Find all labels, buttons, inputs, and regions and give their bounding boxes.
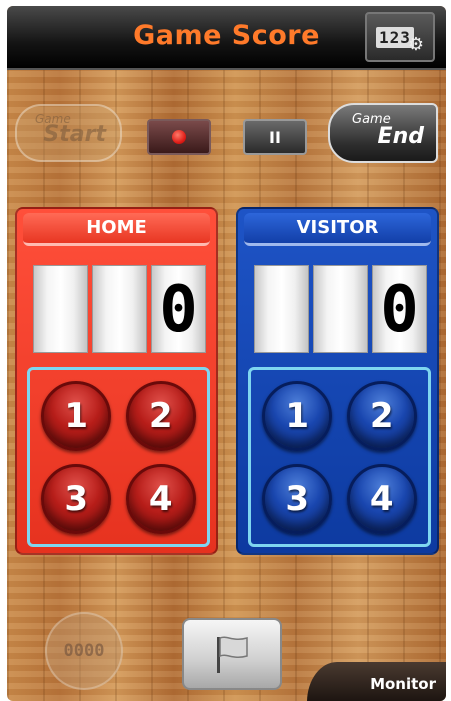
flag-icon xyxy=(217,636,248,673)
visitor-score-pad: 1 2 3 4 xyxy=(248,367,431,547)
home-score-display: 0 xyxy=(33,265,206,353)
visitor-score-display: 0 xyxy=(254,265,427,353)
game-score-screen: Game Score 123 ⚙ Game Start II Game End … xyxy=(7,6,446,701)
visitor-add-1-button[interactable]: 1 xyxy=(262,380,333,451)
home-add-4-button[interactable]: 4 xyxy=(125,463,196,534)
visitor-score-digit-tens xyxy=(313,265,368,353)
visitor-team-name: VISITOR xyxy=(244,213,431,246)
visitor-add-4-button[interactable]: 4 xyxy=(346,463,417,534)
header-bar: Game Score 123 ⚙ xyxy=(7,6,446,70)
pause-button[interactable]: II xyxy=(243,119,307,155)
game-start-button[interactable]: Game Start xyxy=(15,104,122,162)
home-add-1-button[interactable]: 1 xyxy=(41,380,112,451)
home-score-digit-hundreds xyxy=(33,265,88,353)
visitor-team-panel: VISITOR 0 1 2 3 4 xyxy=(236,207,439,555)
record-button[interactable] xyxy=(147,119,211,155)
game-start-big-label: Start xyxy=(43,122,106,147)
home-score-digit-ones: 0 xyxy=(151,265,206,353)
pause-icon: II xyxy=(269,127,281,147)
home-add-3-button[interactable]: 3 xyxy=(41,463,112,534)
home-team-name: HOME xyxy=(23,213,210,246)
home-add-2-button[interactable]: 2 xyxy=(125,380,196,451)
score-settings-button[interactable]: 123 ⚙ xyxy=(365,12,435,62)
visitor-add-2-button[interactable]: 2 xyxy=(346,380,417,451)
gear-icon: ⚙ xyxy=(407,33,425,55)
home-team-panel: HOME 0 1 2 3 4 xyxy=(15,207,218,555)
flag-button[interactable] xyxy=(182,618,282,690)
game-end-button[interactable]: Game End xyxy=(328,103,438,163)
record-icon xyxy=(172,130,186,144)
visitor-score-digit-ones: 0 xyxy=(372,265,427,353)
score-counter-dial-button[interactable]: 0000 xyxy=(45,612,123,690)
dial-digits-label: 0000 xyxy=(63,641,105,661)
home-score-digit-tens xyxy=(92,265,147,353)
game-end-big-label: End xyxy=(377,124,424,149)
home-score-pad: 1 2 3 4 xyxy=(27,367,210,547)
visitor-score-digit-hundreds xyxy=(254,265,309,353)
monitor-tab[interactable]: Monitor xyxy=(307,662,446,701)
visitor-add-3-button[interactable]: 3 xyxy=(262,463,333,534)
